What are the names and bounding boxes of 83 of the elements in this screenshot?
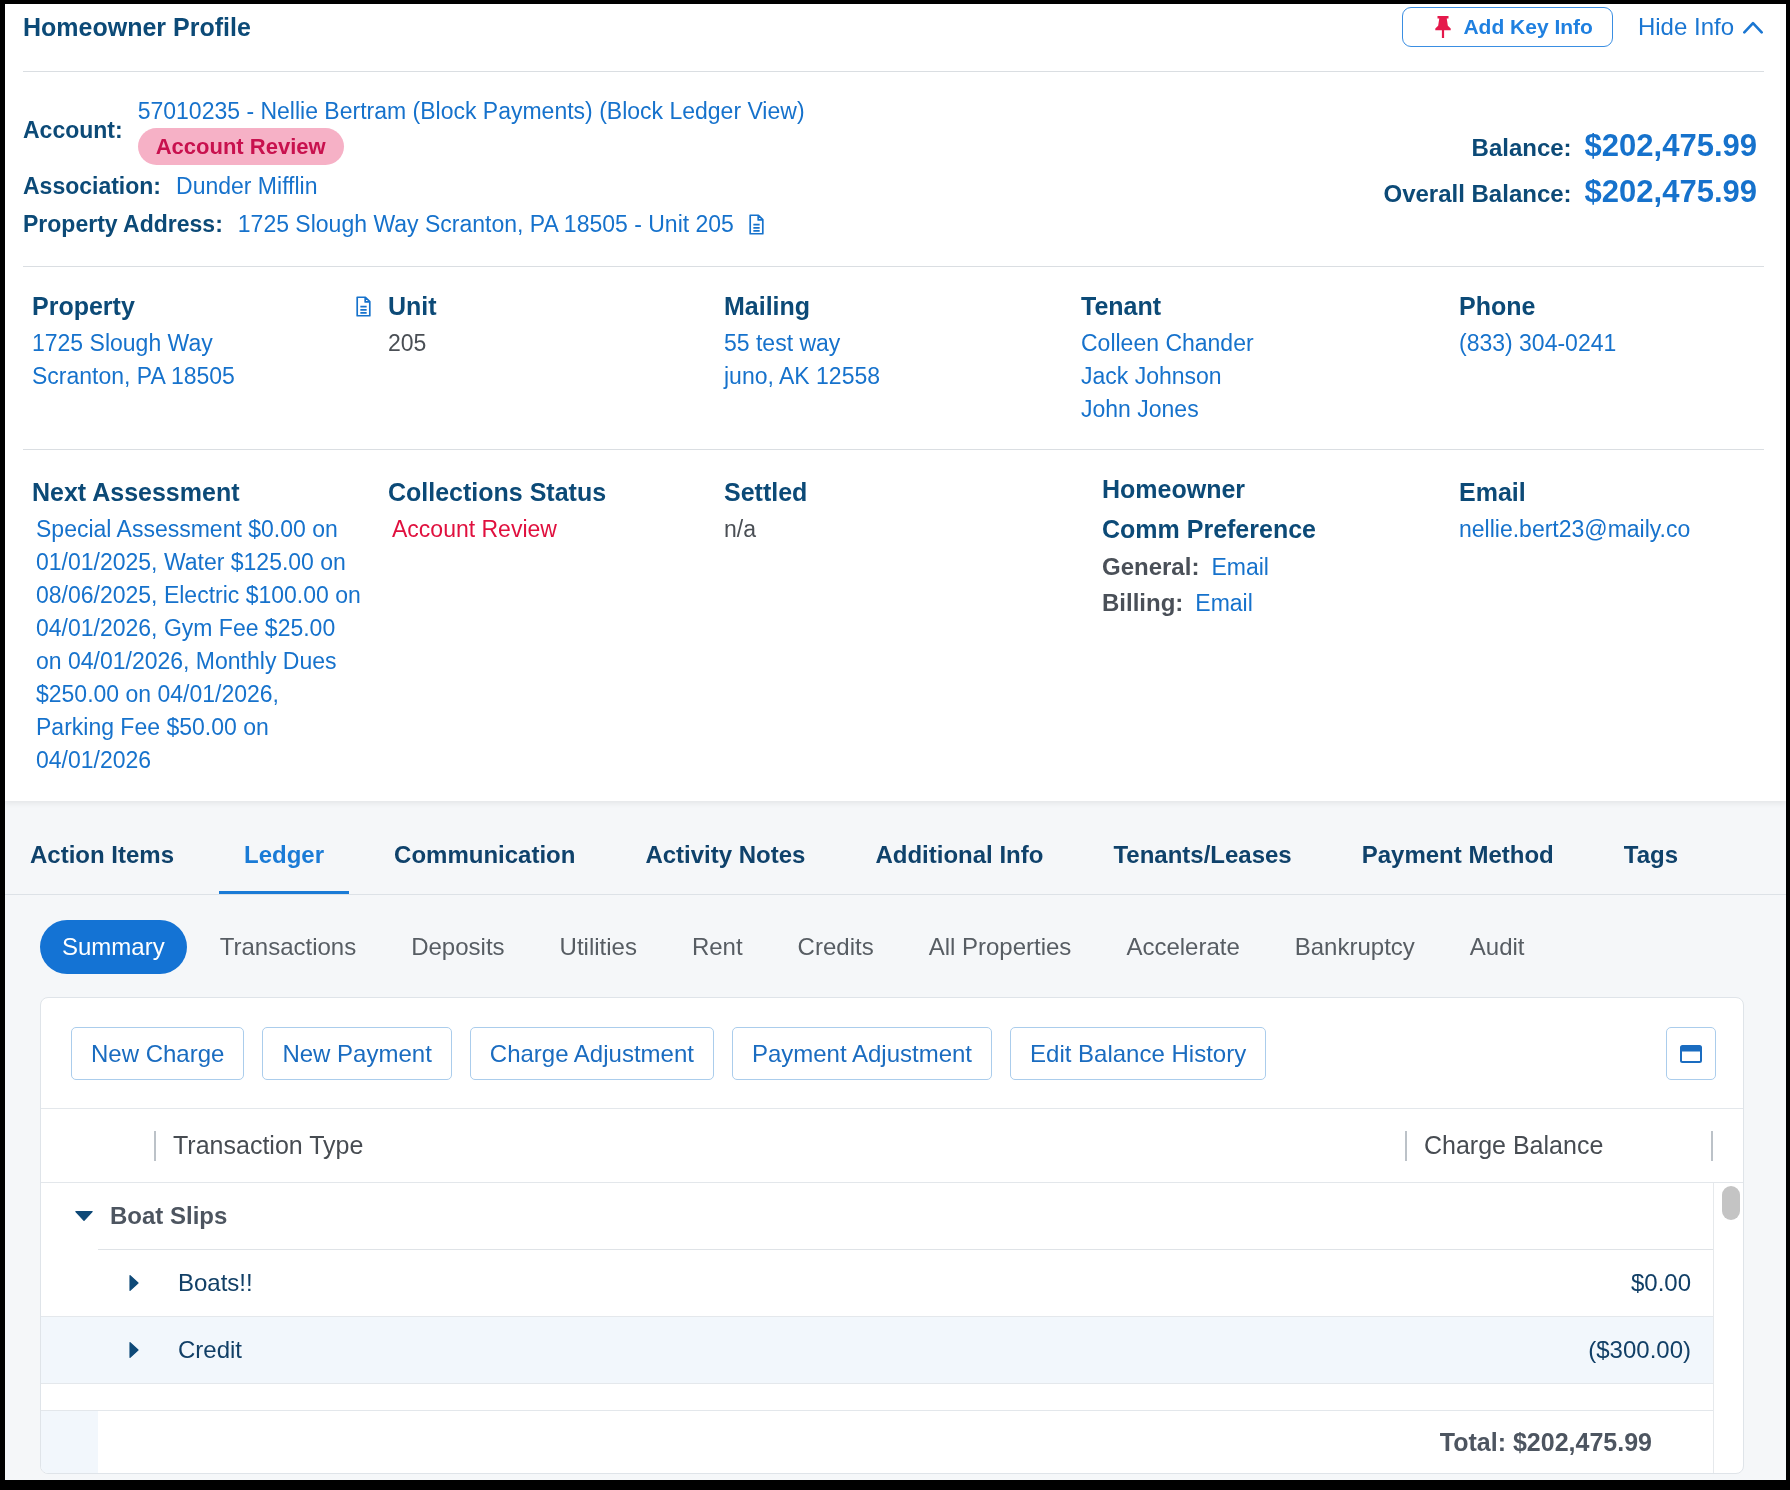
add-key-info-button[interactable]: Add Key Info [1402, 7, 1613, 47]
subtab[interactable]: Audit [1447, 920, 1547, 974]
action-button[interactable]: New Charge [71, 1027, 245, 1080]
field-link[interactable]: 1725 Slough Way [32, 327, 213, 360]
status-text: Account Review [391, 515, 557, 544]
subtab[interactable]: Rent [669, 920, 765, 974]
field-heading: Email [1459, 477, 1526, 508]
field-link[interactable]: 1725 Slough Way Scranton, PA 18505 - Unit 205 [237, 207, 734, 241]
action-button[interactable]: Charge Adjustment [469, 1027, 714, 1080]
group-cell: Boat Slips [110, 1202, 228, 1230]
tab[interactable]: Communication [369, 815, 601, 894]
assessment-text: Special Assessment $0.00 on 01/01/2025, Water $125.00 on 08/06/2025, Electric $100.00 on 04/01/2026, Gym Fee $25.00 on 04/01/2026, Monthly Dues $250.00 on 04/01/2026, Parking Fee $50.00 on 04/01/2026 [35, 515, 362, 775]
tab[interactable]: Activity Notes [620, 815, 831, 894]
subtab[interactable]: Deposits [389, 920, 527, 974]
panel-toggle-button[interactable] [1666, 1027, 1716, 1080]
field-heading: Settled [724, 477, 808, 508]
field-heading: Property [32, 291, 135, 322]
balance-amount: $202,475.99 [1584, 127, 1757, 165]
caret-right-icon[interactable] [129, 1275, 139, 1291]
subtab[interactable]: Summary [40, 920, 187, 974]
balance-label: Overall Balance: [1383, 179, 1572, 209]
document-icon[interactable] [355, 295, 372, 317]
subtab[interactable]: Transactions [197, 920, 379, 974]
page-title: Homeowner Profile [23, 12, 251, 43]
subtab[interactable]: Credits [775, 920, 896, 974]
table-cell: $0.00 [1630, 1269, 1691, 1297]
scrollbar-thumb[interactable] [1722, 1186, 1740, 1220]
field-heading: Mailing [724, 291, 811, 322]
field-value: n/a [724, 515, 756, 544]
field-heading: Tenant [1081, 291, 1162, 322]
field-label: Property Address: [23, 210, 223, 239]
field-link[interactable]: Colleen Chander [1081, 327, 1254, 360]
total-amount: Total: $202,475.99 [1439, 1427, 1652, 1457]
hide-info-link[interactable]: Hide Info [1637, 7, 1764, 47]
field-heading: Unit [388, 291, 437, 322]
document-icon[interactable] [747, 213, 765, 235]
tab[interactable]: Ledger [219, 815, 350, 894]
subtab[interactable]: Accelerate [1104, 920, 1262, 974]
field-heading: Homeowner Comm Preference [1102, 474, 1317, 545]
field-link[interactable]: John Jones [1081, 393, 1199, 426]
pushpin-icon [1434, 16, 1453, 38]
field-heading: Next Assessment [32, 477, 240, 508]
balance-amount: $202,475.99 [1584, 173, 1757, 211]
preference-link[interactable]: Email [1211, 549, 1269, 585]
field-label: Association: [23, 172, 162, 201]
tab[interactable]: Tags [1598, 815, 1703, 894]
caret-down-icon[interactable] [75, 1211, 93, 1221]
action-button[interactable]: New Payment [262, 1027, 452, 1080]
tab[interactable]: Payment Method [1336, 815, 1579, 894]
table-row[interactable]: Credit ($300.00) [41, 1317, 1713, 1384]
field-link[interactable]: juno, AK 12558 [724, 360, 881, 393]
tab[interactable]: Action Items [5, 815, 200, 894]
action-button[interactable]: Payment Adjustment [731, 1027, 993, 1080]
caret-right-icon[interactable] [129, 1342, 139, 1358]
field-link[interactable]: Jack Johnson [1081, 360, 1222, 393]
table-cell: ($300.00) [1588, 1336, 1691, 1364]
field-heading: Phone [1459, 291, 1536, 322]
field-link[interactable]: Scranton, PA 18505 [32, 360, 235, 393]
field-heading: Collections Status [388, 477, 607, 508]
field-link[interactable]: nellie.bert23@maily.co [1459, 513, 1691, 546]
column-header[interactable]: Transaction Type [156, 1131, 1405, 1160]
field-label: Account: [23, 115, 123, 145]
table-cell-text: Credit [178, 1336, 244, 1364]
scrollbar[interactable] [1713, 1183, 1743, 1473]
window-icon [1680, 1044, 1702, 1063]
preference-label: General: [1102, 552, 1200, 582]
preference-label: Billing: [1102, 588, 1184, 618]
tab[interactable]: Tenants/Leases [1088, 815, 1317, 894]
field-link[interactable]: (833) 304-0241 [1459, 327, 1617, 360]
status-badge: Account Review [137, 128, 344, 165]
tab[interactable]: Additional Info [850, 815, 1069, 894]
subtab[interactable]: All Properties [906, 920, 1094, 974]
table-cell-text: Boats!! [178, 1269, 254, 1297]
field-link[interactable]: Dunder Mifflin [176, 169, 318, 203]
preference-link[interactable]: Email [1195, 585, 1253, 621]
field-link[interactable]: 55 test way [724, 327, 841, 360]
field-value: 205 [388, 329, 427, 358]
subtab[interactable]: Utilities [537, 920, 659, 974]
action-button[interactable]: Edit Balance History [1010, 1027, 1267, 1080]
field-link[interactable]: 57010235 - Nellie Bertram (Block Payments) (Block Ledger View) [137, 94, 805, 128]
column-header[interactable]: Charge Balance [1407, 1131, 1711, 1160]
balance-label: Balance: [1471, 133, 1572, 163]
subtab[interactable]: Bankruptcy [1272, 920, 1437, 974]
